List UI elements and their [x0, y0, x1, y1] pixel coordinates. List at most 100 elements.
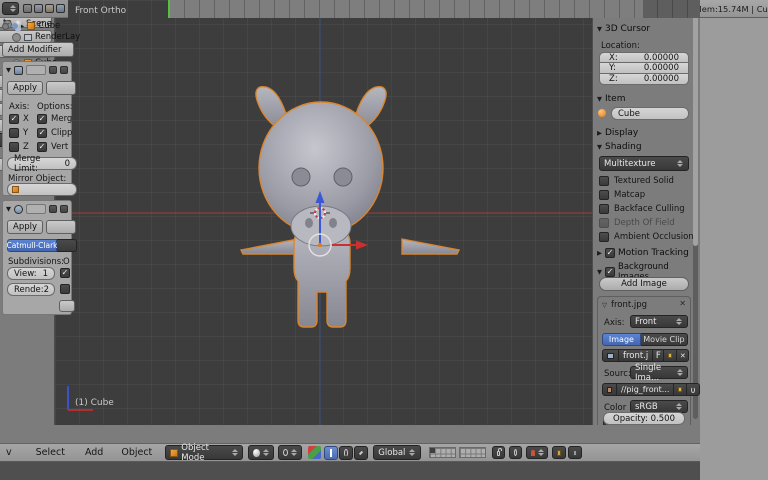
pivot-icon: [283, 449, 288, 456]
checkbox[interactable]: [599, 204, 609, 214]
pig-model-object[interactable]: [241, 87, 459, 327]
spinner-icon: [291, 449, 297, 456]
checkbox[interactable]: [599, 190, 609, 200]
scrollbar-thumb[interactable]: [693, 6, 698, 246]
cursor-panel-header[interactable]: ▼ 3D Cursor: [597, 24, 650, 34]
field-value: 0.00000: [644, 63, 679, 73]
panel-title: Shading: [605, 142, 642, 152]
timeline-editor[interactable]: [0, 462, 700, 480]
mesh-data-icon: [598, 109, 606, 117]
filepath-field[interactable]: //pig_front...: [617, 383, 674, 396]
checkbox[interactable]: [599, 218, 609, 228]
backface-culling-toggle[interactable]: Backface Culling: [599, 204, 685, 214]
tab-image[interactable]: Image: [602, 333, 641, 346]
filepath-icon-button[interactable]: [602, 383, 617, 396]
bg-image-header[interactable]: ▽ front.jpg: [602, 300, 647, 310]
reload-image-button[interactable]: [687, 383, 700, 396]
triangle-down-icon: ▼: [597, 25, 602, 33]
pig-left-nostril: [305, 218, 313, 228]
image-browse-button[interactable]: [602, 349, 619, 362]
source-select[interactable]: Single Ima...: [630, 366, 688, 379]
bg-axis-select[interactable]: Front: [630, 315, 688, 328]
viewport-shading-select[interactable]: [248, 445, 274, 460]
spinner-icon: [231, 449, 238, 456]
triangle-down-icon: ▼: [597, 268, 602, 276]
checkbox[interactable]: [599, 232, 609, 242]
shading-panel-header[interactable]: ▼ Shading: [597, 142, 642, 152]
menu-select[interactable]: Select: [33, 447, 68, 458]
layers-widget[interactable]: [429, 447, 486, 458]
field-value: 0.00000: [644, 74, 679, 84]
image-name-field[interactable]: front.j: [619, 349, 653, 362]
object-mode-icon: [170, 449, 178, 457]
spinner-icon: [675, 318, 683, 325]
triangle-down-icon: ▽: [602, 301, 607, 309]
spinner-icon: [538, 449, 544, 456]
bg-source-tabs: Image Movie Clip: [602, 333, 688, 346]
rotate-manipulator-button[interactable]: [339, 446, 353, 460]
translate-manipulator-button[interactable]: [324, 446, 338, 460]
cursor-x-field[interactable]: X: 0.00000: [599, 52, 689, 63]
pivot-point-select[interactable]: [278, 445, 302, 460]
camera-render-icon: [557, 450, 561, 456]
item-panel-header[interactable]: ▼ Item: [597, 94, 626, 104]
viewport-canvas[interactable]: Front Ortho (1) Cube: [55, 0, 592, 425]
object-name-field[interactable]: Cube: [611, 107, 689, 120]
view-name-label: Front Ortho: [75, 6, 126, 16]
checkbox[interactable]: [599, 176, 609, 186]
tab-movie-clip[interactable]: Movie Clip: [641, 333, 688, 346]
checkbox[interactable]: ✓: [605, 248, 615, 258]
n-properties-panel: Render Border ▼ 3D Cursor Location: X: 0…: [592, 0, 700, 425]
pig-left-arm: [241, 239, 298, 254]
scale-manipulator-button[interactable]: [354, 446, 368, 460]
scrollbar-track[interactable]: [693, 6, 698, 419]
render-opengl-button[interactable]: [552, 446, 566, 459]
remove-image-icon[interactable]: ✕: [679, 299, 686, 308]
selected-option: Front: [635, 317, 657, 327]
depth-of-field-toggle[interactable]: Depth Of Field: [599, 218, 675, 228]
open-file-button[interactable]: [664, 349, 677, 362]
menu-add[interactable]: Add: [82, 447, 106, 458]
slider-value: 0.500: [651, 414, 675, 424]
3d-view-header: v Select Add Object Object Mode Global: [0, 443, 700, 462]
lock-to-scene-button[interactable]: [492, 446, 505, 459]
mode-select[interactable]: Object Mode: [165, 445, 243, 460]
shading-mode-select[interactable]: Multitexture: [599, 156, 689, 171]
panel-title: Display: [605, 128, 638, 138]
fake-user-button[interactable]: F: [653, 349, 664, 362]
background-image-box: ▽ front.jpg ✕ Axis: Front Image Movie Cl…: [597, 296, 691, 425]
layer-group-2[interactable]: [459, 447, 486, 458]
panel-title: Item: [605, 94, 626, 104]
ambient-occlusion-toggle[interactable]: Ambient Occlusion: [599, 232, 694, 242]
layer-group-1[interactable]: [429, 447, 456, 458]
close-icon: ✕: [680, 352, 686, 360]
unlink-image-button[interactable]: ✕: [677, 349, 689, 362]
selected-option: sRGB: [635, 402, 658, 412]
gizmo-x-arrowhead[interactable]: [356, 241, 368, 250]
checkbox[interactable]: ✓: [605, 267, 615, 277]
menu-view[interactable]: v: [3, 447, 15, 458]
transform-orientation-select[interactable]: Global: [373, 445, 421, 460]
pig-right-arm: [402, 239, 459, 254]
datablock-name: front.j: [623, 351, 648, 361]
browse-file-button[interactable]: [674, 383, 687, 396]
field-value: 0.00000: [644, 53, 679, 63]
matcap-toggle[interactable]: Matcap: [599, 190, 645, 200]
toggle-label: Ambient Occlusion: [614, 232, 694, 242]
render-opengl-anim-button[interactable]: [568, 446, 582, 459]
snap-button[interactable]: [526, 446, 548, 459]
active-layer-cell[interactable]: [430, 448, 435, 453]
display-panel-header[interactable]: ▶ Display: [597, 128, 638, 138]
manipulator-widget-toggle[interactable]: [308, 446, 321, 459]
cursor-y-field[interactable]: Y: 0.00000: [599, 63, 689, 74]
proportional-edit-icon: [514, 449, 517, 456]
menu-object[interactable]: Object: [118, 447, 155, 458]
textured-solid-toggle[interactable]: Textured Solid: [599, 176, 674, 186]
opacity-slider[interactable]: Opacity: 0.500: [603, 412, 685, 425]
cursor-z-field[interactable]: Z: 0.00000: [599, 74, 689, 85]
add-image-button[interactable]: Add Image: [599, 277, 689, 291]
spinner-icon: [408, 449, 416, 456]
motion-tracking-panel-header[interactable]: ▶ ✓ Motion Tracking: [597, 248, 689, 258]
file-icon: [607, 387, 612, 393]
proportional-edit-button[interactable]: [509, 446, 522, 459]
